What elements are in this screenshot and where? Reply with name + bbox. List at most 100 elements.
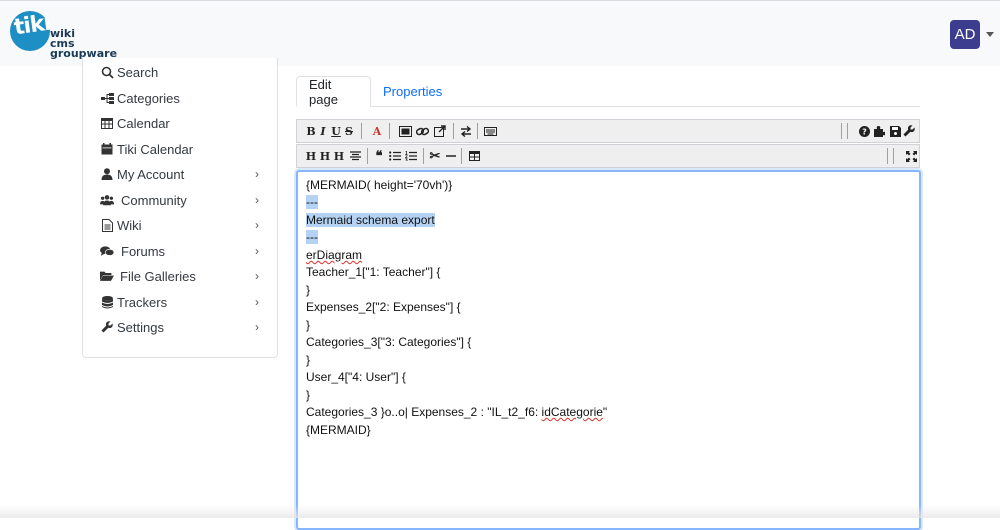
bold-icon[interactable]: B bbox=[306, 123, 316, 139]
editor-toolbar-row-1: B I U S A ? bbox=[296, 119, 920, 143]
fullscreen-icon[interactable] bbox=[905, 148, 917, 164]
folder-open-icon bbox=[100, 269, 114, 283]
wiki-source-editor[interactable]: {MERMAID( height='70vh')} --- Mermaid sc… bbox=[296, 170, 921, 530]
sidebar-item-file-galleries[interactable]: File Galleries › bbox=[83, 266, 279, 286]
search-icon bbox=[100, 65, 114, 79]
chevron-right-icon: › bbox=[255, 320, 259, 334]
link-icon[interactable] bbox=[415, 123, 429, 139]
sidebar-item-settings[interactable]: Settings › bbox=[83, 317, 279, 337]
cut-icon[interactable]: ✂ bbox=[429, 148, 441, 164]
toolbar-divider bbox=[477, 123, 478, 139]
sidebar-item-categories[interactable]: Categories bbox=[83, 88, 279, 108]
chevron-right-icon: › bbox=[255, 295, 259, 309]
chevron-down-icon[interactable] bbox=[986, 32, 994, 37]
editor-line: {MERMAID} bbox=[306, 423, 371, 437]
plugin-icon[interactable] bbox=[873, 123, 885, 139]
editor-line: } bbox=[306, 353, 311, 367]
selected-text: --- bbox=[306, 195, 318, 209]
sidebar-item-label: Search bbox=[117, 64, 159, 80]
calendar-grid-icon bbox=[100, 116, 114, 130]
table-icon[interactable] bbox=[468, 148, 480, 164]
toolbar-divider bbox=[367, 148, 368, 164]
sidebar-menu: Search Categories Calendar Tiki Calendar… bbox=[82, 58, 278, 358]
toolbar-divider bbox=[423, 148, 424, 164]
editor-line: --- bbox=[306, 229, 318, 246]
chevron-right-icon: › bbox=[255, 269, 259, 283]
database-icon bbox=[100, 295, 114, 309]
chevron-right-icon: › bbox=[255, 244, 259, 258]
editor-line: } bbox=[306, 318, 311, 332]
admin-icon[interactable] bbox=[903, 123, 915, 139]
heading3-icon[interactable]: H bbox=[334, 148, 344, 164]
switch-editor-icon[interactable] bbox=[459, 123, 473, 139]
heading1-icon[interactable]: H bbox=[306, 148, 316, 164]
keyboard-icon[interactable] bbox=[483, 123, 497, 139]
edit-tabs: Edit page Properties bbox=[296, 76, 920, 107]
logo-wordmark: wiki cms groupware bbox=[50, 28, 117, 59]
sidebar-item-label: Categories bbox=[117, 90, 180, 106]
toolbar-divider bbox=[453, 123, 454, 139]
image-icon[interactable] bbox=[398, 123, 412, 139]
editor-line: {MERMAID( height='70vh')} bbox=[306, 178, 453, 192]
heading2-icon[interactable]: H bbox=[320, 148, 330, 164]
help-icon[interactable]: ? bbox=[858, 123, 870, 139]
editor-line: --- bbox=[306, 194, 318, 211]
bottom-shadow bbox=[0, 505, 1000, 518]
editor-line: Mermaid schema export bbox=[306, 212, 435, 229]
editor-line: } bbox=[306, 388, 311, 402]
tab-edit-page[interactable]: Edit page bbox=[296, 76, 371, 107]
align-center-icon[interactable] bbox=[349, 148, 361, 164]
sidebar-item-trackers[interactable]: Trackers › bbox=[83, 292, 279, 312]
users-icon bbox=[100, 193, 114, 207]
sidebar-item-my-account[interactable]: My Account › bbox=[83, 164, 279, 184]
user-icon bbox=[100, 167, 114, 181]
file-icon bbox=[100, 218, 114, 232]
quote-icon[interactable]: ❝ bbox=[373, 148, 385, 164]
sidebar-item-label: Community bbox=[121, 192, 187, 208]
bullet-list-icon[interactable] bbox=[389, 148, 401, 164]
external-link-icon[interactable] bbox=[433, 123, 447, 139]
horizontal-rule-icon[interactable] bbox=[445, 148, 457, 164]
toolbar-divider bbox=[841, 123, 842, 139]
toolbar-divider bbox=[389, 123, 390, 139]
editor-line: Teacher_1["1: Teacher"] { bbox=[306, 265, 441, 279]
sidebar-item-forums[interactable]: Forums › bbox=[83, 241, 279, 261]
save-icon[interactable] bbox=[889, 123, 901, 139]
spellcheck-word: erDiagram bbox=[306, 248, 363, 262]
chevron-right-icon: › bbox=[255, 167, 259, 181]
sidebar-item-calendar[interactable]: Calendar bbox=[83, 113, 279, 133]
selected-text: --- bbox=[306, 230, 318, 244]
editor-line: User_4["4: User"] { bbox=[306, 370, 406, 384]
sidebar-item-label: Forums bbox=[121, 243, 166, 259]
calendar-icon bbox=[100, 142, 114, 156]
toolbar-divider bbox=[893, 148, 894, 164]
editor-line: erDiagram bbox=[306, 247, 362, 264]
editor-text: " bbox=[602, 405, 608, 419]
sidebar-item-wiki[interactable]: Wiki › bbox=[83, 215, 279, 235]
svg-text:3: 3 bbox=[405, 158, 408, 162]
sidebar-item-search[interactable]: Search bbox=[83, 62, 279, 82]
sidebar-item-label: File Galleries bbox=[120, 268, 196, 284]
sitemap-icon bbox=[100, 91, 114, 105]
strikethrough-icon[interactable]: S bbox=[344, 123, 354, 139]
user-avatar-button[interactable]: AD bbox=[950, 20, 980, 49]
toolbar-divider bbox=[847, 123, 848, 139]
chevron-right-icon: › bbox=[255, 193, 259, 207]
tab-properties[interactable]: Properties bbox=[371, 76, 454, 107]
sidebar-item-tiki-calendar[interactable]: Tiki Calendar bbox=[83, 139, 279, 159]
tiki-logo[interactable]: tiki wiki cms groupware bbox=[8, 5, 118, 63]
toolbar-divider bbox=[461, 148, 462, 164]
sidebar-item-label: Tiki Calendar bbox=[117, 141, 194, 157]
sidebar-item-label: Settings bbox=[117, 319, 164, 335]
sidebar-item-community[interactable]: Community › bbox=[83, 190, 279, 210]
logo-mark: tiki bbox=[12, 10, 52, 41]
italic-icon[interactable]: I bbox=[318, 123, 328, 139]
numbered-list-icon[interactable]: 123 bbox=[405, 148, 417, 164]
editor-text: Categories_3 }o..o| Expenses_2 : "IL_t2_… bbox=[306, 405, 542, 419]
editor-line: Categories_3["3: Categories"] { bbox=[306, 335, 472, 349]
underline-icon[interactable]: U bbox=[331, 123, 341, 139]
sidebar-item-label: Wiki bbox=[117, 217, 142, 233]
editor-toolbar-row-2: H H H ❝ 123 ✂ bbox=[296, 144, 920, 168]
text-color-icon[interactable]: A bbox=[371, 123, 383, 139]
sidebar-item-label: Trackers bbox=[117, 294, 168, 310]
